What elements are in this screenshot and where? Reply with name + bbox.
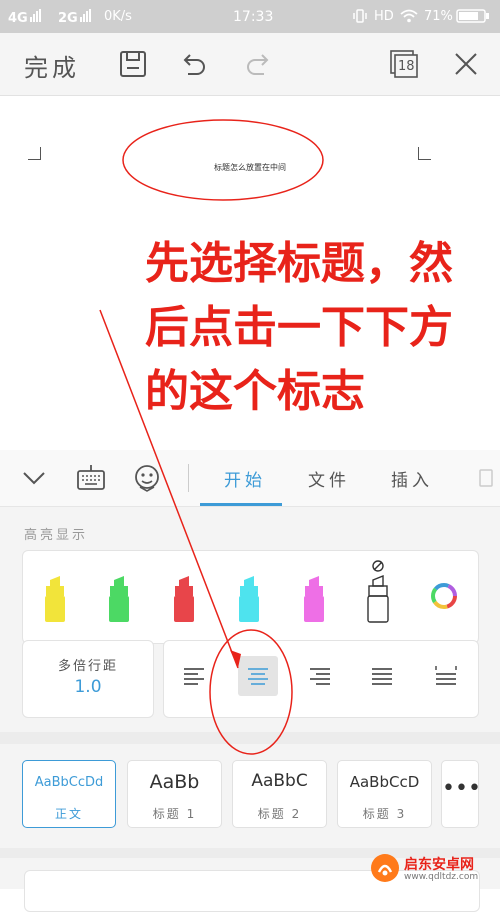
style-heading-3-button[interactable]: AaBbCcD 标题 3: [337, 760, 432, 828]
document-title-text[interactable]: 标题怎么放置在中间: [150, 162, 350, 173]
line-spacing-value: 1.0: [74, 677, 102, 697]
highlighter-cyan-icon[interactable]: [237, 576, 261, 626]
align-justify-icon[interactable]: [362, 656, 402, 696]
page-count: 18: [398, 59, 415, 74]
close-icon[interactable]: [450, 48, 482, 80]
style-preview: AaBb: [149, 771, 200, 793]
style-preview: AaBbCcDd: [34, 775, 104, 790]
tab-separator: [188, 464, 189, 492]
status-bar: 4G 2G 0K/s 17:33 HD 71%: [0, 0, 500, 33]
hd-label: HD: [374, 9, 394, 24]
top-toolbar: 完成 18: [0, 33, 500, 96]
page-corner-marker: [418, 147, 431, 160]
signal-icon: [79, 9, 92, 26]
align-right-icon[interactable]: [300, 656, 340, 696]
keyboard-icon[interactable]: [76, 464, 106, 496]
highlighter-green-icon[interactable]: [107, 576, 131, 626]
chevron-down-icon[interactable]: [20, 466, 48, 494]
battery-percent: 71%: [424, 9, 453, 24]
style-preview: AaBbC: [251, 771, 308, 791]
done-button[interactable]: 完成: [24, 48, 80, 83]
instruction-annotation: 先选择标题，然 后点击一下下方 的这个标志: [145, 232, 500, 424]
align-distributed-icon[interactable]: [426, 656, 466, 696]
no-highlight-icon[interactable]: [366, 560, 390, 626]
watermark-url: www.qdltdz.com: [404, 872, 479, 882]
highlighter-red-icon[interactable]: [172, 576, 196, 626]
style-name: 正文: [54, 807, 83, 821]
line-spacing-label: 多倍行距: [57, 659, 118, 674]
align-center-icon[interactable]: [238, 656, 278, 696]
network-label-1: 4G: [8, 9, 42, 26]
battery-icon: [456, 9, 490, 27]
tab-start[interactable]: 开始: [224, 466, 266, 491]
vibrate-icon: [352, 9, 368, 27]
highlighter-yellow-icon[interactable]: [43, 576, 67, 626]
more-styles-button[interactable]: •••: [441, 760, 481, 828]
undo-icon[interactable]: [178, 48, 210, 80]
watermark-text: 启东安卓网: [404, 857, 474, 873]
watermark-logo-icon: [371, 854, 399, 882]
highlighter-pink-icon[interactable]: [302, 576, 326, 626]
style-name: 标题 3: [362, 807, 407, 821]
save-icon[interactable]: [117, 48, 149, 80]
watermark: 启东安卓网 www.qdltdz.com: [370, 852, 498, 886]
network-speed: 0K/s: [104, 9, 132, 24]
color-wheel-icon[interactable]: [429, 581, 459, 615]
network-label-2: 2G: [58, 9, 92, 26]
wifi-icon: [400, 9, 418, 27]
page-corner-marker: [28, 147, 41, 160]
style-normal-button[interactable]: AaBbCcDd 正文: [22, 760, 116, 828]
annotation-line: 的这个标志: [145, 366, 365, 417]
active-tab-indicator: [200, 503, 282, 506]
tab-bar: 开始 文件 插入: [0, 450, 500, 507]
signal-icon: [29, 9, 42, 26]
align-left-icon[interactable]: [174, 656, 214, 696]
annotation-line: 后点击一下下方: [145, 302, 453, 353]
clock: 17:33: [233, 9, 274, 25]
style-name: 标题 1: [152, 807, 197, 821]
style-heading-2-button[interactable]: AaBbC 标题 2: [232, 760, 327, 828]
editing-panel: 开始 文件 插入 高亮显示 多倍行距 1.0 AaBbCcDd 正文 AaBb …: [0, 450, 500, 912]
style-heading-1-button[interactable]: AaBb 标题 1: [127, 760, 222, 828]
more-tab-icon[interactable]: [478, 468, 494, 492]
tab-insert[interactable]: 插入: [391, 466, 433, 491]
redo-icon[interactable]: [242, 48, 274, 80]
annotation-line: 先选择标题，然: [145, 238, 453, 289]
pages-icon[interactable]: 18: [388, 48, 420, 80]
assistant-icon[interactable]: [132, 463, 162, 497]
line-spacing-button[interactable]: 多倍行距 1.0: [22, 640, 154, 718]
style-preview: AaBbCcD: [349, 773, 420, 791]
style-name: 标题 2: [257, 807, 302, 821]
section-divider: [0, 732, 500, 744]
highlight-section-label: 高亮显示: [24, 528, 89, 543]
tab-file[interactable]: 文件: [308, 466, 350, 491]
